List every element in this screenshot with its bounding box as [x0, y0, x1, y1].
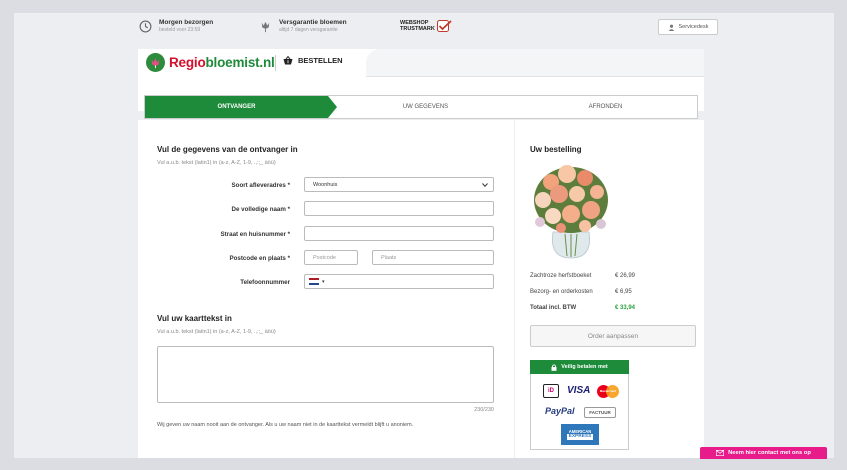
full-name-label: De volledige naam * — [231, 206, 290, 213]
chevron-down-icon — [482, 182, 488, 187]
address-type-label: Soort afleveradres * — [231, 182, 290, 189]
checkout-steps: ONTVANGER UW GEGEVENS AFRONDEN — [144, 95, 698, 119]
card-text-title: Vul uw kaarttekst in — [157, 314, 232, 323]
phone-input[interactable]: ▾ — [304, 274, 494, 289]
step-afronden[interactable]: AFRONDEN — [514, 96, 697, 118]
checkmark-icon — [436, 20, 452, 32]
postal-city-label: Postcode en plaats * — [229, 255, 290, 262]
street-label: Straat en huisnummer * — [220, 231, 290, 238]
order-line-shipping: Bezorg- en orderkosten € 6,95 — [530, 289, 650, 295]
usp-fresh: Versgarantie bloemen altijd 7 dagen vers… — [258, 19, 347, 34]
ideal-text: iD — [548, 388, 554, 394]
secure-payment-header: Veilig betalen met — [530, 360, 629, 374]
card-text-counter: 230/230 — [474, 407, 494, 413]
country-dropdown-caret[interactable]: ▾ — [322, 279, 325, 285]
visa-logo: VISA — [567, 385, 591, 396]
mastercard-logo: MasterCard — [597, 385, 619, 398]
page-frame: Morgen bezorgen besteld voor 23:59 Versg… — [14, 13, 834, 458]
user-icon — [668, 24, 674, 31]
order-line-total: Totaal incl. BTW € 33,94 — [530, 305, 650, 311]
address-type-value: Woonhuis — [313, 181, 338, 188]
basket-icon — [283, 56, 293, 65]
contact-us-label: Neem hier contact met ons op — [728, 450, 811, 456]
site-header: Regiobloemist.nl BESTELLEN ONTVANGER UW … — [138, 49, 704, 119]
shipping-price: € 6,95 — [615, 289, 632, 295]
order-line-product: Zachtroze herfstboeket € 26,99 — [530, 273, 650, 279]
header-divider — [275, 55, 276, 71]
usp-fresh-title: Versgarantie bloemen — [279, 19, 347, 26]
anonymity-note: Wij geven uw naam nooit aan de ontvanger… — [157, 422, 414, 428]
tulip-logo-icon — [146, 53, 165, 72]
usp-bar: Morgen bezorgen besteld voor 23:59 Versg… — [138, 17, 718, 43]
netherlands-flag-icon[interactable] — [309, 278, 319, 285]
total-price: € 33,94 — [615, 305, 636, 311]
recipient-form-hint: Vul a.u.b. tekst (latin1) in (a-z, A-Z, … — [157, 160, 276, 166]
clock-icon — [138, 20, 152, 34]
trustmark-line2: TRUSTMARK — [400, 26, 435, 32]
shipping-label: Bezorg- en orderkosten — [530, 289, 593, 295]
secure-payment-title: Veilig betalen met — [561, 364, 608, 370]
step-ontvanger[interactable]: ONTVANGER — [145, 96, 328, 118]
servicedesk-button[interactable]: Servicedesk — [658, 19, 718, 35]
bouquet-image — [534, 165, 608, 259]
lock-icon — [551, 363, 557, 371]
product-price: € 26,99 — [615, 273, 636, 279]
site-logo[interactable]: Regiobloemist.nl — [146, 53, 275, 72]
postcode-input[interactable]: Postcode — [304, 250, 358, 265]
contact-us-button[interactable]: Neem hier contact met ons op — [700, 447, 827, 459]
recipient-form-title: Vul de gegevens van de ontvanger in — [157, 145, 298, 154]
mastercard-text: MasterCard — [599, 389, 617, 393]
brand-name-part2: bloemist.nl — [205, 55, 275, 70]
payment-methods: iD VISA MasterCard PayPal FACTUUR AMERIC… — [530, 374, 629, 450]
checkout-title-text: BESTELLEN — [298, 56, 343, 65]
trustmark-logo[interactable]: WEBSHOP TRUSTMARK — [400, 20, 453, 32]
usp-fresh-sub: altijd 7 dagen versgarantie — [279, 27, 338, 33]
recipient-form-panel: Vul de gegevens van de ontvanger in Vul … — [138, 120, 514, 458]
usp-delivery-sub: besteld voor 23:59 — [159, 27, 201, 33]
full-name-input[interactable] — [304, 201, 494, 216]
factuur-logo: FACTUUR — [584, 407, 616, 418]
order-summary-title: Uw bestelling — [530, 145, 582, 154]
mail-icon — [716, 450, 725, 456]
checkout-title: BESTELLEN — [283, 56, 343, 65]
street-input[interactable] — [304, 226, 494, 241]
edit-order-button[interactable]: Order aanpassen — [530, 325, 696, 347]
brand-name-part1: Regio — [169, 55, 206, 70]
card-text-hint: Vul a.u.b. tekst (latin1) in (a-z, A-Z, … — [157, 329, 276, 335]
order-summary-panel: Uw bestelling Zachtroze herfstboeket € 2… — [515, 120, 704, 458]
factuur-text: FACTUUR — [589, 410, 611, 415]
card-text-textarea[interactable] — [157, 346, 494, 403]
tulip-icon — [258, 20, 272, 34]
total-label: Totaal incl. BTW — [530, 305, 577, 311]
address-type-select[interactable]: Woonhuis — [304, 177, 494, 192]
amex-line2: EXPRESS — [566, 434, 594, 440]
product-name: Zachtroze herfstboeket — [530, 273, 592, 279]
usp-delivery: Morgen bezorgen besteld voor 23:59 — [138, 19, 213, 34]
ideal-logo: iD — [543, 384, 559, 398]
american-express-logo: AMERICAN EXPRESS — [561, 424, 599, 445]
step-uw-gegevens[interactable]: UW GEGEVENS — [337, 96, 514, 118]
header-right-area — [366, 49, 704, 77]
servicedesk-label: Servicedesk — [678, 24, 709, 30]
paypal-logo: PayPal — [545, 406, 575, 416]
usp-delivery-title: Morgen bezorgen — [159, 19, 214, 26]
phone-label: Telefoonnummer — [240, 279, 290, 286]
city-input[interactable]: Plaats — [372, 250, 494, 265]
